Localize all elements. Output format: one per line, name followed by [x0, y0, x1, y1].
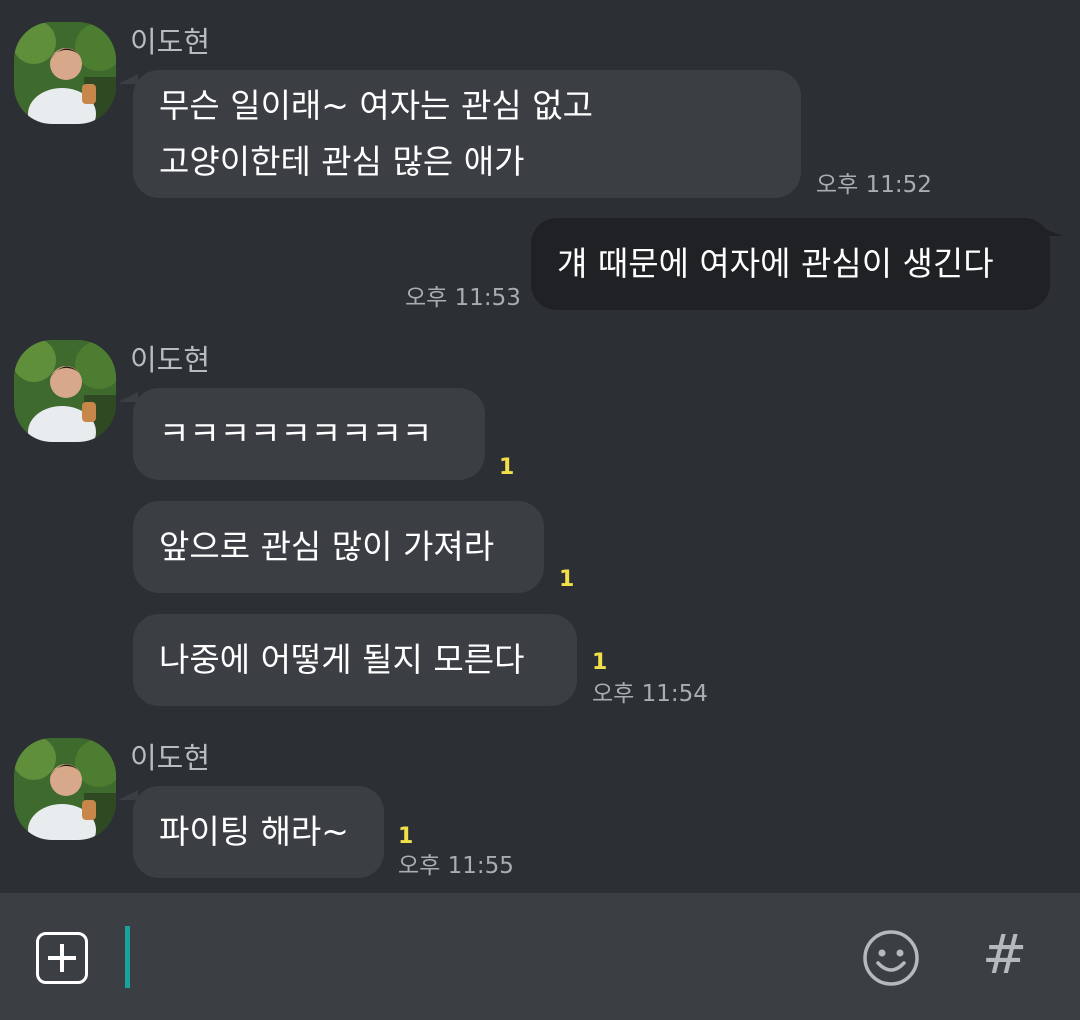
- unread-count: 1: [499, 455, 515, 480]
- message-bubble[interactable]: 앞으로 관심 많이 가져라: [133, 501, 544, 593]
- message-bubble[interactable]: 파이팅 해라~: [133, 786, 384, 878]
- sender-name: 이도현: [130, 741, 211, 775]
- message-line: 무슨 일이래~ 여자는 관심 없고: [159, 86, 593, 125]
- message-time: 오후 11:55: [398, 853, 514, 879]
- message-time: 오후 11:52: [816, 172, 932, 198]
- bubble-tail: [118, 74, 138, 84]
- profile-avatar[interactable]: [14, 22, 116, 124]
- sender-name: 이도현: [130, 25, 211, 59]
- profile-avatar[interactable]: [14, 340, 116, 442]
- unread-count: 1: [398, 824, 414, 849]
- message-bubble[interactable]: 무슨 일이래~ 여자는 관심 없고 고양이한테 관심 많은 애가: [133, 70, 801, 198]
- smiley-icon[interactable]: [862, 929, 920, 987]
- my-message-bubble[interactable]: 걔 때문에 여자에 관심이 생긴다: [531, 218, 1050, 310]
- message-time: 오후 11:53: [405, 285, 521, 311]
- unread-count: 1: [592, 650, 608, 675]
- bubble-tail: [1038, 226, 1062, 236]
- message-input-bar: #: [0, 893, 1080, 1020]
- message-input-cursor[interactable]: [125, 926, 130, 988]
- message-bubble[interactable]: 나중에 어떻게 될지 모른다: [133, 614, 577, 706]
- hashtag-search-button[interactable]: #: [982, 923, 1027, 987]
- sender-name: 이도현: [130, 343, 211, 377]
- message-line: 고양이한테 관심 많은 애가: [159, 142, 525, 181]
- profile-avatar[interactable]: [14, 738, 116, 840]
- chat-area[interactable]: 이도현 무슨 일이래~ 여자는 관심 없고 고양이한테 관심 많은 애가 오후 …: [0, 0, 1080, 893]
- unread-count: 1: [559, 567, 575, 592]
- message-bubble[interactable]: ㅋㅋㅋㅋㅋㅋㅋㅋㅋ: [133, 388, 485, 480]
- plus-square-icon[interactable]: [36, 932, 88, 984]
- message-time: 오후 11:54: [592, 681, 708, 707]
- bubble-tail: [118, 790, 138, 800]
- bubble-tail: [118, 392, 138, 402]
